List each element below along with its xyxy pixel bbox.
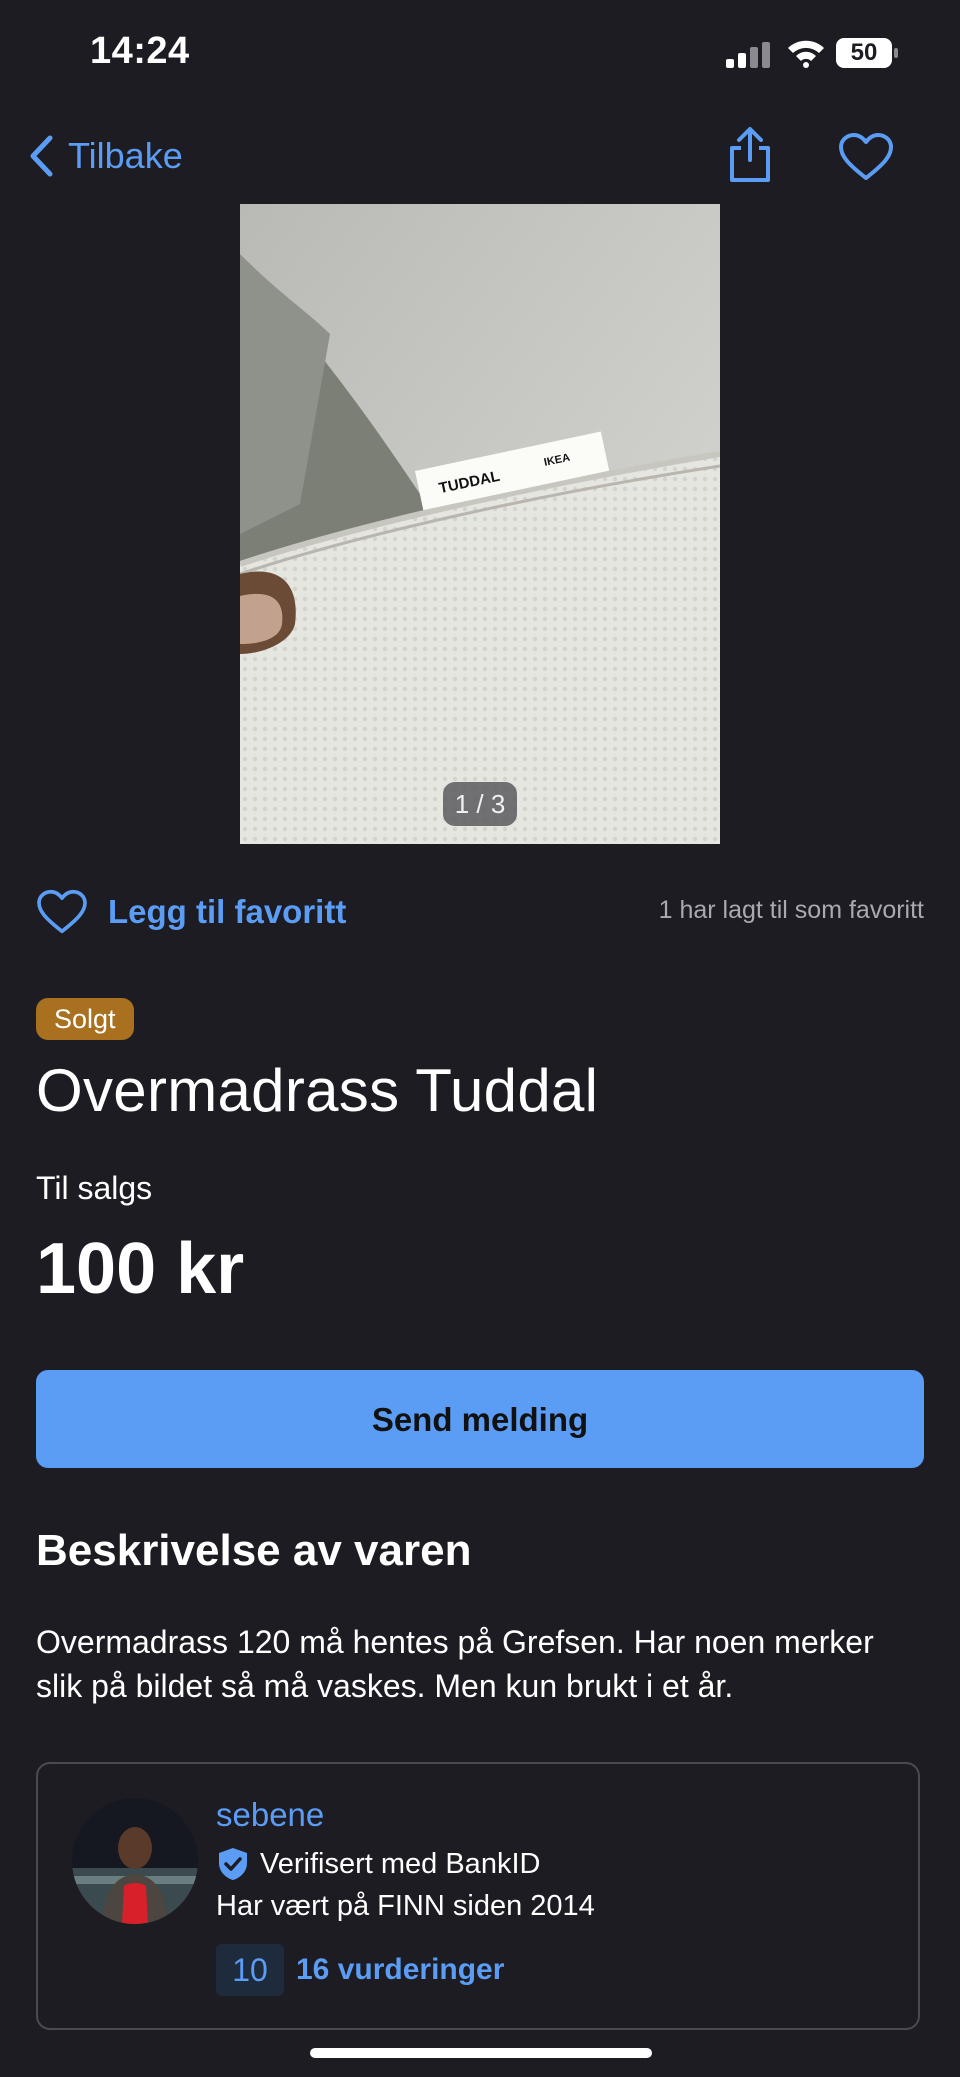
listing-photo[interactable]: TUDDAL IKEA [240,204,720,844]
avatar[interactable] [72,1798,198,1924]
home-indicator[interactable] [310,2048,652,2058]
verified-shield-icon [219,1848,247,1880]
wifi-icon [788,40,824,68]
back-label: Tilbake [68,135,183,176]
listing-title: Overmadrass Tuddal [36,1057,599,1124]
cellular-signal-icon [726,42,770,68]
seller-name[interactable]: sebene [216,1796,324,1834]
heart-icon[interactable] [838,132,894,182]
status-time: 14:24 [90,30,190,72]
add-favorite-button[interactable]: Legg til favoritt [36,884,346,940]
ratings-link[interactable]: 10 16 vurderinger [216,1944,504,1996]
price: 100 kr [36,1229,245,1309]
image-counter: 1 / 3 [443,782,517,826]
verified-badge: Verifisert med BankID [216,1846,540,1882]
description-heading: Beskrivelse av varen [36,1526,472,1575]
verified-text: Verifisert med BankID [260,1847,541,1880]
add-favorite-label: Legg til favoritt [108,893,347,930]
send-message-button[interactable]: Send melding [36,1370,924,1468]
battery-icon: 50 [836,38,898,70]
status-badge: Solgt [36,998,134,1040]
battery-level: 50 [850,39,878,66]
description-text: Overmadrass 120 må hentes på Grefsen. Ha… [36,1624,874,1704]
share-icon[interactable] [726,126,774,184]
chevron-left-icon [30,135,53,177]
member-since: Har vært på FINN siden 2014 [216,1890,595,1922]
sale-type: Til salgs [36,1170,153,1206]
heart-icon [37,889,87,934]
back-button[interactable]: Tilbake [28,128,183,184]
favorite-count: 1 har lagt til som favoritt [658,896,924,924]
rating-score: 10 [216,1944,284,1996]
rating-count: 16 vurderinger [296,1953,505,1986]
